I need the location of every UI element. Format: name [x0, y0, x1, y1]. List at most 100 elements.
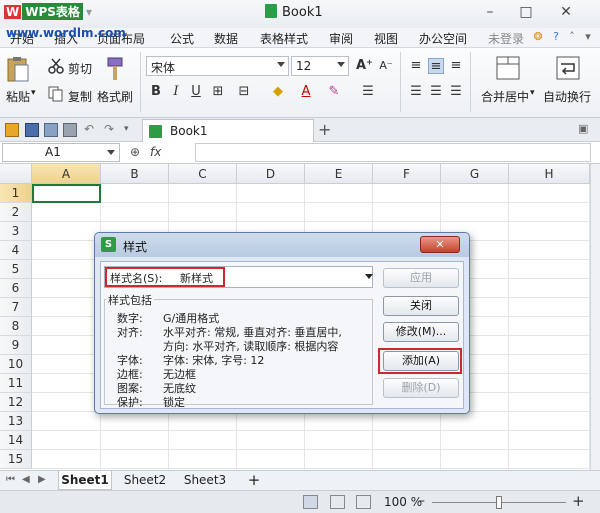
menu-view[interactable]: 视图 — [374, 30, 398, 47]
italic-icon[interactable]: I — [168, 84, 184, 100]
zoom-out-button[interactable]: – — [418, 493, 425, 509]
app-logo[interactable]: W WPS表格 ▾ — [4, 3, 104, 23]
dropdown-icon[interactable]: ▾ — [582, 31, 594, 43]
selected-cell-a1[interactable] — [32, 184, 101, 203]
row-header-9[interactable]: 9 — [0, 336, 32, 355]
align-center-icon[interactable]: ☰ — [428, 84, 444, 100]
redo-icon[interactable]: ↷ — [104, 123, 118, 137]
row-header-4[interactable]: 4 — [0, 241, 32, 260]
copy-icon[interactable] — [48, 86, 64, 102]
delete-button[interactable]: 删除(D) — [383, 378, 459, 398]
page-layout-icon[interactable] — [330, 495, 345, 509]
row-header-3[interactable]: 3 — [0, 222, 32, 241]
minimize-button[interactable]: – — [478, 4, 502, 22]
row-header-13[interactable]: 13 — [0, 412, 32, 431]
font-color-icon[interactable]: A — [298, 84, 314, 100]
row-header-14[interactable]: 14 — [0, 431, 32, 450]
new-tab-button[interactable]: + — [318, 120, 331, 139]
sheet-tab-1[interactable]: Sheet1 — [58, 471, 112, 490]
add-sheet-button[interactable]: + — [246, 471, 262, 490]
skin-icon[interactable]: ❂ — [532, 31, 544, 43]
menu-office-space[interactable]: 办公空间 — [419, 30, 467, 47]
row-header-5[interactable]: 5 — [0, 260, 32, 279]
decrease-font-icon[interactable]: A⁻ — [378, 58, 394, 74]
chevron-up-icon[interactable]: ˄ — [566, 31, 578, 43]
menu-table-style[interactable]: 表格样式 — [260, 30, 308, 47]
row-header-10[interactable]: 10 — [0, 355, 32, 374]
close-button[interactable]: 关闭 — [383, 296, 459, 316]
style-name-combo[interactable]: 样式名(S): 新样式 — [104, 266, 373, 288]
merge-center-icon[interactable] — [496, 56, 520, 80]
dialog-close-button[interactable]: ✕ — [420, 236, 460, 253]
fill-color-icon[interactable]: ◆ — [270, 84, 286, 100]
clear-format-icon[interactable]: ✎ — [326, 84, 342, 100]
column-header-b[interactable]: B — [101, 164, 169, 184]
column-header-e[interactable]: E — [305, 164, 373, 184]
font-name-combo[interactable]: 宋体 — [146, 56, 289, 76]
copy-button[interactable]: 复制 — [68, 88, 92, 105]
zoom-slider-thumb[interactable] — [496, 496, 502, 509]
paste-icon[interactable] — [6, 56, 30, 84]
menu-data[interactable]: 数据 — [214, 30, 238, 47]
format-painter-icon[interactable] — [104, 56, 126, 82]
name-box[interactable]: A1 — [2, 143, 120, 162]
tab-menu-icon[interactable]: ▣ — [578, 123, 592, 137]
first-sheet-icon[interactable]: ⏮ — [6, 474, 15, 485]
paste-button[interactable]: 粘贴 — [6, 88, 30, 105]
undo-icon[interactable]: ↶ — [84, 123, 98, 137]
page-break-icon[interactable] — [356, 495, 371, 509]
column-header-a[interactable]: A — [32, 164, 101, 184]
row-header-6[interactable]: 6 — [0, 279, 32, 298]
sheet-tab-2[interactable]: Sheet2 — [118, 471, 172, 490]
select-all-corner[interactable] — [0, 164, 32, 184]
align-bottom-icon[interactable]: ≡ — [448, 58, 464, 74]
menu-review[interactable]: 审阅 — [329, 30, 353, 47]
normal-view-icon[interactable] — [303, 495, 318, 509]
open-folder-icon[interactable] — [5, 123, 19, 137]
row-header-11[interactable]: 11 — [0, 374, 32, 393]
merge-dropdown-icon[interactable]: ▾ — [530, 88, 535, 98]
row-header-1[interactable]: 1 — [0, 184, 32, 203]
align-right-icon[interactable]: ☰ — [448, 84, 464, 100]
row-header-7[interactable]: 7 — [0, 298, 32, 317]
close-window-button[interactable]: ✕ — [554, 4, 578, 22]
increase-font-icon[interactable]: A⁺ — [356, 58, 373, 74]
vertical-scrollbar[interactable] — [590, 164, 600, 470]
row-header-12[interactable]: 12 — [0, 393, 32, 412]
menu-formula[interactable]: 公式 — [170, 30, 194, 47]
apply-button[interactable]: 应用 — [383, 268, 459, 288]
next-sheet-icon[interactable]: ▶ — [38, 474, 46, 485]
column-header-g[interactable]: G — [441, 164, 509, 184]
print-icon[interactable] — [63, 123, 77, 137]
formula-input[interactable] — [195, 143, 591, 162]
prev-sheet-icon[interactable]: ◀ — [22, 474, 30, 485]
zoom-in-button[interactable]: + — [572, 492, 585, 510]
border-icon[interactable]: ⊞ — [210, 84, 226, 100]
modify-button[interactable]: 修改(M)... — [383, 322, 459, 342]
scissors-icon[interactable] — [48, 58, 64, 74]
wrap-text-button[interactable]: 自动换行 — [543, 88, 591, 105]
bold-icon[interactable]: B — [148, 84, 164, 100]
font-size-combo[interactable]: 12 — [291, 56, 349, 76]
column-header-d[interactable]: D — [237, 164, 305, 184]
align-top-icon[interactable]: ≡ — [408, 58, 424, 74]
merge-center-button[interactable]: 合并居中 — [481, 88, 529, 105]
sheet-tab-3[interactable]: Sheet3 — [178, 471, 232, 490]
insert-function-button[interactable]: fx — [150, 145, 161, 159]
align-middle-icon[interactable]: ≡ — [428, 58, 444, 74]
document-tab[interactable]: Book1 — [142, 119, 314, 142]
maximize-button[interactable]: □ — [514, 4, 538, 22]
align-left-icon[interactable]: ☰ — [408, 84, 424, 100]
add-button[interactable]: 添加(A) — [383, 351, 459, 371]
save-icon[interactable] — [25, 123, 39, 137]
indent-icon[interactable]: ☰ — [360, 84, 376, 100]
chevron-down-icon[interactable] — [365, 274, 373, 279]
format-painter-button[interactable]: 格式刷 — [97, 88, 133, 105]
help-icon[interactable]: ? — [550, 31, 562, 43]
column-header-f[interactable]: F — [373, 164, 441, 184]
zoom-search-icon[interactable]: ⊕ — [130, 145, 140, 159]
column-header-h[interactable]: H — [509, 164, 590, 184]
customize-icon[interactable]: ▾ — [124, 123, 138, 137]
cut-button[interactable]: 剪切 — [68, 60, 92, 77]
row-header-8[interactable]: 8 — [0, 317, 32, 336]
